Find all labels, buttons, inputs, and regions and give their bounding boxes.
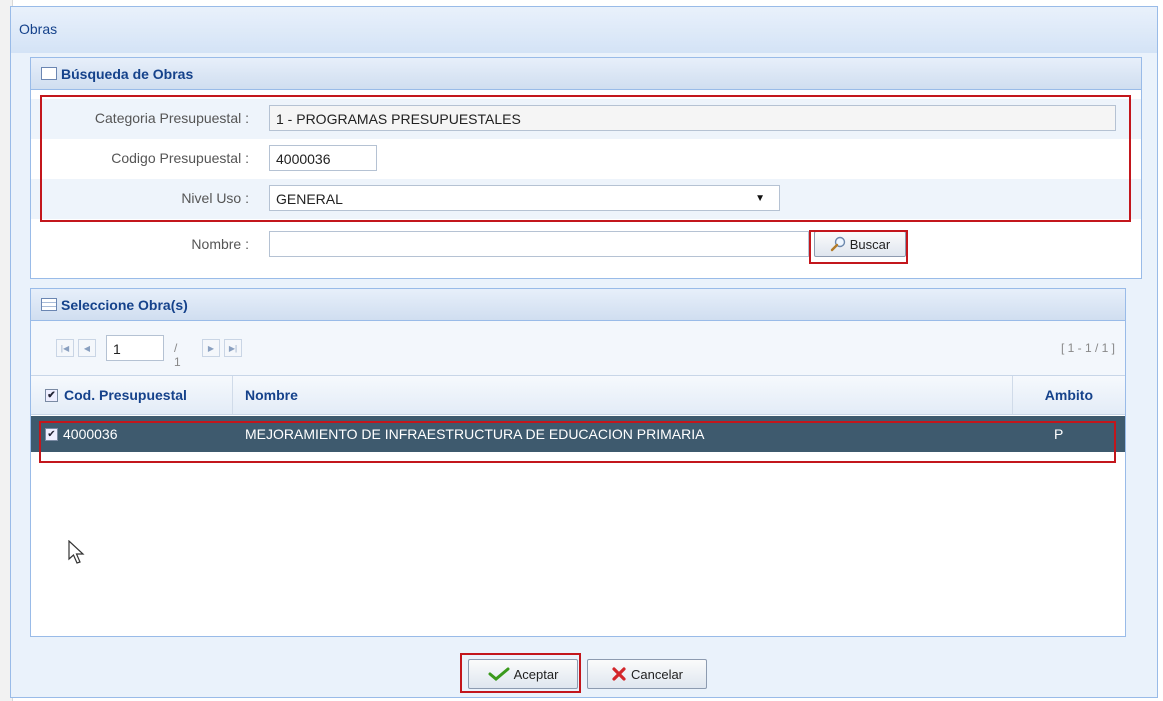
buscar-label: Buscar <box>849 236 891 252</box>
dropdown-arrow-icon: ▼ <box>755 193 765 204</box>
grid-panel-header: Seleccione Obra(s) <box>31 289 1125 321</box>
nivel-label: Nivel Uso : <box>181 190 249 206</box>
magnifier-icon <box>830 236 845 252</box>
categoria-label: Categoria Presupuestal : <box>94 110 249 126</box>
select-all-checkbox[interactable]: ✔ <box>45 388 58 402</box>
row-ambito: P <box>1054 426 1064 442</box>
row-nombre: MEJORAMIENTO DE INFRAESTRUCTURA DE EDUCA… <box>245 426 705 442</box>
categoria-row: Categoria Presupuestal : 1 - PROGRAMAS P… <box>31 99 1141 139</box>
dialog-title: Obras <box>19 21 58 37</box>
prev-page-icon[interactable]: ◀ <box>78 339 96 357</box>
pager-toolbar: |◀ ◀ 1 / 1 ▶ ▶| [ 1 - 1 / 1 ] <box>31 321 1125 376</box>
grid-header: ✔ Cod. Presupuestal Nombre Ambito <box>31 376 1125 415</box>
column-header-ambito[interactable]: Ambito <box>1013 376 1103 414</box>
page-total: / 1 <box>174 341 181 369</box>
pager-range: [ 1 - 1 / 1 ] <box>1060 341 1115 355</box>
dialog-titlebar: Obras <box>11 7 1157 53</box>
column-label-nombre: Nombre <box>245 387 298 403</box>
column-label-ambito: Ambito <box>1044 387 1093 403</box>
nivel-uso-select[interactable]: GENERAL ▼ <box>269 185 780 211</box>
close-icon <box>612 667 626 681</box>
column-label-cod: Cod. Presupuestal <box>64 387 187 403</box>
search-fieldset-header: Búsqueda de Obras <box>31 58 1141 90</box>
column-header-nombre[interactable]: Nombre <box>233 376 1013 414</box>
next-page-icon[interactable]: ▶ <box>202 339 220 357</box>
check-icon <box>488 667 510 681</box>
aceptar-label: Aceptar <box>513 666 559 682</box>
panel-icon <box>41 67 57 80</box>
first-page-icon[interactable]: |◀ <box>56 339 74 357</box>
grid-panel-title: Seleccione Obra(s) <box>61 297 188 313</box>
table-icon <box>41 298 57 311</box>
search-fieldset-title: Búsqueda de Obras <box>61 66 194 82</box>
table-row[interactable]: ✔ 4000036 MEJORAMIENTO DE INFRAESTRUCTUR… <box>31 416 1125 452</box>
codigo-label: Codigo Presupuestal : <box>111 150 249 166</box>
nombre-row: Nombre : Buscar <box>31 225 1141 265</box>
cancelar-label: Cancelar <box>630 666 684 682</box>
aceptar-button[interactable]: Aceptar <box>468 659 578 689</box>
categoria-field[interactable]: 1 - PROGRAMAS PRESUPUESTALES <box>269 105 1116 131</box>
nivel-uso-value: GENERAL <box>276 191 343 207</box>
search-fieldset: Búsqueda de Obras Categoria Presupuestal… <box>30 57 1142 279</box>
buscar-button[interactable]: Buscar <box>814 231 906 257</box>
column-header-cod[interactable]: ✔ Cod. Presupuestal <box>31 376 233 414</box>
cancelar-button[interactable]: Cancelar <box>587 659 707 689</box>
nombre-label: Nombre : <box>191 236 249 252</box>
codigo-row: Codigo Presupuestal : 4000036 <box>31 139 1141 179</box>
last-page-icon[interactable]: ▶| <box>224 339 242 357</box>
nivel-row: Nivel Uso : GENERAL ▼ <box>31 179 1141 219</box>
mouse-cursor-icon <box>68 540 85 564</box>
row-cod: 4000036 <box>63 426 118 442</box>
obras-dialog: Obras Búsqueda de Obras Categoria Presup… <box>10 6 1158 698</box>
page-input[interactable]: 1 <box>106 335 164 361</box>
codigo-field[interactable]: 4000036 <box>269 145 377 171</box>
nombre-input[interactable] <box>269 231 809 257</box>
row-checkbox[interactable]: ✔ <box>45 428 58 441</box>
grid-panel: Seleccione Obra(s) |◀ ◀ 1 / 1 ▶ ▶| [ 1 -… <box>30 288 1126 637</box>
